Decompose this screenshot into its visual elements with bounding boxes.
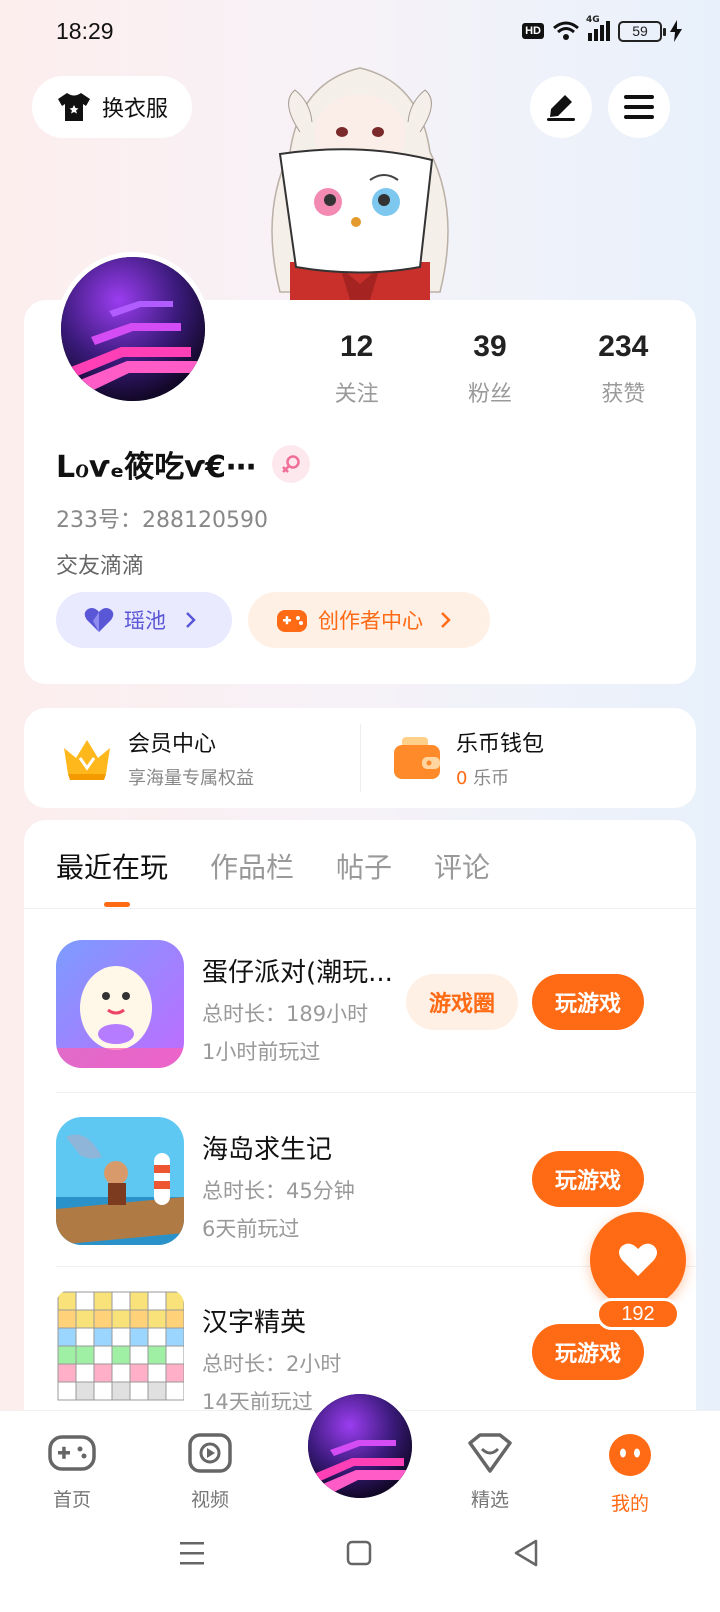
recent-apps-icon[interactable]	[178, 1540, 206, 1566]
back-icon[interactable]	[512, 1538, 540, 1568]
nav-featured[interactable]: 精选	[440, 1433, 540, 1512]
tshirt-icon	[57, 93, 90, 121]
play-game-button[interactable]: 玩游戏	[532, 1324, 644, 1380]
gamepad-icon	[48, 1435, 96, 1471]
divider	[360, 724, 361, 792]
user-id-label: 233号：	[56, 508, 142, 533]
heart-diamond-icon	[468, 1433, 512, 1473]
member-center[interactable]: 会员中心 享海量专属权益	[60, 708, 254, 808]
menu-button[interactable]	[608, 76, 670, 138]
crown-icon	[64, 740, 110, 780]
tab-posts[interactable]: 帖子	[336, 846, 392, 886]
charging-icon	[670, 20, 682, 42]
profile-avatar[interactable]	[56, 252, 210, 406]
nav-me-label: 我的	[610, 1493, 649, 1515]
tab-recent-playing[interactable]: 最近在玩	[56, 846, 168, 886]
nav-home-label: 首页	[52, 1489, 91, 1511]
wallet-icon	[394, 737, 440, 779]
face-icon	[609, 1434, 651, 1476]
change-outfit-button[interactable]: 换衣服	[32, 76, 192, 138]
wallet-unit: 乐币	[467, 768, 510, 789]
female-gender-icon	[272, 445, 311, 483]
character-avatar-illustration[interactable]	[250, 62, 470, 300]
user-id-row: 233号：288120590	[56, 502, 268, 534]
profile-tabs: 最近在玩 作品栏 帖子 评论	[56, 846, 490, 886]
play-game-button[interactable]: 玩游戏	[532, 1151, 644, 1207]
member-center-subtitle: 享海量专属权益	[128, 768, 254, 789]
username: Lℴѵₑ筱吃ѵ€⋯	[56, 450, 257, 485]
edit-button[interactable]	[530, 76, 592, 138]
username-row: Lℴѵₑ筱吃ѵ€⋯	[56, 442, 311, 486]
game-name: 蛋仔派对(潮玩...	[202, 958, 393, 988]
stat-following-label: 关注	[334, 382, 379, 407]
home-icon[interactable]	[346, 1540, 372, 1566]
game-icon-island-survival	[56, 1117, 184, 1245]
signal-icon: 4G	[586, 15, 610, 41]
nav-video-label: 视频	[190, 1489, 229, 1511]
game-duration: 总时长：2小时	[202, 1352, 342, 1376]
heart-icon	[84, 608, 114, 632]
stat-following-value: 12	[339, 330, 374, 363]
game-duration: 总时长：189小时	[202, 1002, 369, 1026]
yaochi-button[interactable]: 瑶池	[56, 592, 232, 648]
nav-featured-label: 精选	[470, 1489, 509, 1511]
game-duration: 总时长：45分钟	[202, 1179, 355, 1203]
stat-followers-label: 粉丝	[467, 382, 512, 407]
user-bio: 交友滴滴	[56, 554, 145, 579]
nav-video[interactable]: 视频	[160, 1433, 260, 1512]
stat-followers[interactable]: 39 粉丝	[423, 330, 556, 408]
like-button[interactable]	[590, 1212, 686, 1308]
member-center-title: 会员中心	[128, 732, 217, 757]
tab-works[interactable]: 作品栏	[210, 846, 294, 886]
center-avatar-button[interactable]	[304, 1390, 416, 1502]
stat-likes[interactable]: 234 获赞	[557, 330, 690, 408]
stat-followers-value: 39	[473, 330, 507, 363]
avatar-image	[61, 257, 205, 401]
wifi-icon	[553, 21, 579, 40]
game-last-played: 6天前玩过	[202, 1217, 300, 1241]
gamepad-icon	[277, 610, 307, 632]
wallet[interactable]: 乐币钱包 0 乐币	[392, 708, 544, 808]
tab-indicator	[104, 902, 130, 907]
nav-home[interactable]: 首页	[22, 1433, 122, 1512]
video-play-icon	[188, 1433, 232, 1473]
game-circle-button[interactable]: 游戏圈	[406, 974, 518, 1030]
profile-stats: 12 关注 39 粉丝 234 获赞	[290, 330, 690, 408]
yaochi-label: 瑶池	[124, 609, 166, 633]
chevron-right-icon	[441, 612, 451, 628]
chevron-right-icon	[186, 612, 196, 628]
nav-me[interactable]: 我的	[580, 1433, 680, 1516]
game-last-played: 1小时前玩过	[202, 1040, 321, 1064]
tab-divider	[24, 908, 696, 909]
stat-likes-label: 获赞	[601, 382, 646, 407]
stat-likes-value: 234	[598, 330, 649, 363]
like-count: 192	[596, 1298, 680, 1330]
hd-icon: HD	[522, 23, 544, 39]
creator-center-button[interactable]: 创作者中心	[248, 592, 490, 648]
avatar-image	[308, 1394, 412, 1498]
list-divider	[56, 1092, 696, 1093]
battery-icon: 59	[618, 20, 666, 42]
menu-icon	[624, 95, 654, 119]
system-nav-bar	[0, 1520, 720, 1612]
game-item[interactable]: 海岛求生记 总时长：45分钟 6天前玩过 玩游戏	[56, 1117, 676, 1247]
heart-icon	[619, 1243, 657, 1276]
wallet-title: 乐币钱包	[456, 732, 545, 757]
play-game-button[interactable]: 玩游戏	[532, 974, 644, 1030]
user-id: 288120590	[142, 508, 268, 533]
pen-icon	[547, 95, 575, 121]
stat-following[interactable]: 12 关注	[290, 330, 423, 408]
game-name: 海岛求生记	[202, 1135, 333, 1165]
status-time: 18:29	[56, 18, 114, 44]
game-name: 汉字精英	[202, 1308, 307, 1338]
game-icon-eggy-party	[56, 940, 184, 1068]
game-icon-hanzi-elite	[56, 1290, 184, 1418]
game-item[interactable]: 蛋仔派对(潮玩... 总时长：189小时 1小时前玩过 游戏圈 玩游戏	[56, 940, 676, 1070]
status-bar: 18:29 HD 4G 59	[0, 0, 720, 66]
creator-center-label: 创作者中心	[318, 609, 423, 633]
change-outfit-label: 换衣服	[101, 97, 168, 122]
tab-comments[interactable]: 评论	[434, 846, 490, 886]
wallet-amount: 0	[456, 768, 468, 789]
